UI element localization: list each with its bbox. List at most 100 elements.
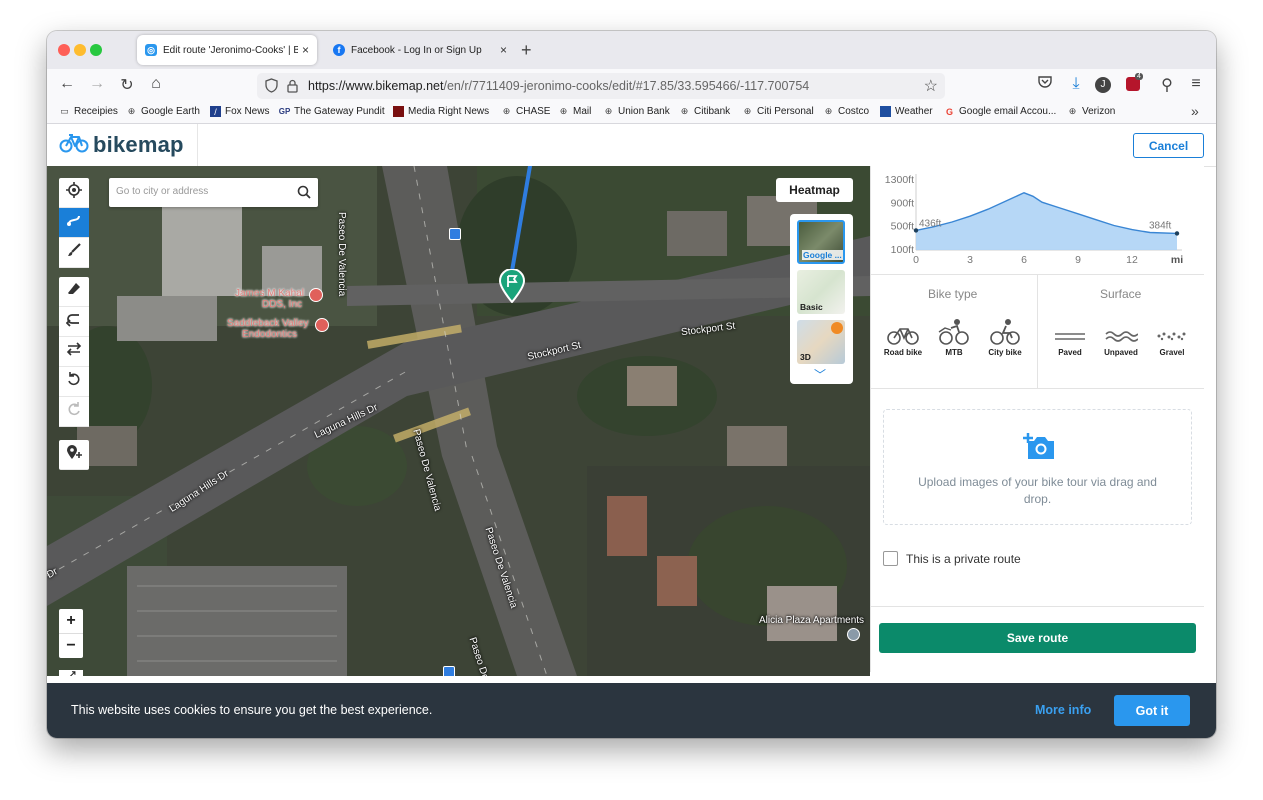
bookmark-chase[interactable]: ⊕ CHASE: [501, 106, 551, 117]
back-icon[interactable]: ←: [57, 75, 77, 93]
bookmark-costco[interactable]: ⊕ Costco: [823, 106, 869, 117]
tab-facebook[interactable]: f Facebook - Log In or Sign Up ×: [325, 35, 515, 65]
bookmark-receipies[interactable]: ▭ Receipies: [59, 106, 118, 117]
close-tab-icon[interactable]: ×: [500, 43, 507, 57]
elevation-profile-chart[interactable]: 1300ft 900ft 500ft 100ft0 3 6 9 12 mi 436ft 384ft: [871, 166, 1204, 271]
locate-me-button[interactable]: [59, 178, 89, 208]
bookmark-label: Costco: [838, 106, 870, 117]
map-poi-pin-icon[interactable]: [315, 318, 329, 332]
unpaved-option[interactable]: Unpaved: [1097, 328, 1145, 357]
layer-google-satellite[interactable]: Google ...: [797, 220, 845, 264]
panel-divider: [1037, 274, 1038, 388]
bookmark-citi-personal[interactable]: ⊕ Citi Personal: [742, 106, 814, 117]
map-poi-label: James M Kahal: [235, 288, 304, 299]
satellite-map[interactable]: Paseo De Valencia James M Kahal DDS, Inc…: [47, 166, 870, 676]
more-info-link[interactable]: More info: [1035, 703, 1091, 717]
bookmark-google-email[interactable]: G Google email Accou...: [944, 106, 1056, 117]
location-search-input[interactable]: Go to city or address: [109, 178, 318, 207]
bikemap-logo[interactable]: bikemap: [59, 132, 184, 158]
close-window-button[interactable]: [58, 44, 70, 56]
downloads-icon[interactable]: ⤓: [1066, 75, 1086, 93]
pocket-icon[interactable]: [1035, 75, 1055, 94]
image-upload-dropzone[interactable]: Upload images of your bike tour via drag…: [883, 409, 1192, 525]
tab-title: Facebook - Log In or Sign Up: [351, 44, 482, 56]
heatmap-toggle-button[interactable]: Heatmap: [776, 178, 853, 202]
new-tab-button[interactable]: +: [521, 40, 532, 61]
mountain-bike-icon: [937, 319, 971, 348]
zoom-out-button[interactable]: −: [59, 634, 83, 658]
city-bike-option[interactable]: City bike: [981, 318, 1029, 357]
map-poi-label: DDS, Inc: [262, 299, 303, 310]
extension-badge: 4: [1135, 73, 1143, 80]
gravel-option[interactable]: Gravel: [1148, 328, 1196, 357]
reverse-route-button[interactable]: [59, 337, 89, 367]
private-route-checkbox[interactable]: This is a private route: [883, 551, 1021, 566]
return-route-button[interactable]: [59, 307, 89, 337]
forward-icon[interactable]: →: [87, 75, 107, 93]
route-flag-marker-icon[interactable]: [499, 269, 525, 303]
mtb-option[interactable]: MTB: [930, 318, 978, 357]
bookmark-gateway-pundit[interactable]: GP The Gateway Pundit: [279, 106, 385, 117]
profile-avatar[interactable]: J: [1095, 77, 1111, 93]
bookmark-google-earth[interactable]: ⊕ Google Earth: [126, 106, 200, 117]
chevron-down-icon[interactable]: ﹀: [814, 366, 826, 383]
cancel-button[interactable]: Cancel: [1133, 133, 1204, 158]
checkbox-box[interactable]: [883, 551, 898, 566]
globe-icon: ⊕: [604, 106, 613, 116]
got-it-button[interactable]: Got it: [1114, 695, 1190, 726]
start-point: [913, 228, 919, 233]
route-magic-button[interactable]: [59, 208, 89, 238]
tab-bikemap[interactable]: ◎ Edit route 'Jeronimo-Cooks' | Bi ×: [137, 35, 317, 65]
draw-freehand-button[interactable]: [59, 238, 89, 268]
redo-button[interactable]: [59, 397, 89, 427]
layer-3d[interactable]: 3D: [797, 320, 845, 364]
bookmark-star-icon[interactable]: ☆: [924, 76, 938, 96]
url-text[interactable]: https://www.bikemap.net/en/r/7711409-jer…: [308, 79, 809, 93]
bus-stop-icon[interactable]: [443, 666, 455, 676]
lock-icon[interactable]: [287, 79, 298, 98]
auto-route-icon: [66, 212, 82, 233]
map-poi-pin-icon[interactable]: [847, 628, 860, 641]
paved-option[interactable]: Paved: [1046, 328, 1094, 357]
y-tick-label: 1300ft: [885, 174, 914, 186]
save-route-button[interactable]: Save route: [879, 623, 1196, 653]
bookmark-fox-news[interactable]: / Fox News: [210, 106, 269, 117]
media-right-news-icon: [393, 106, 404, 117]
zoom-in-button[interactable]: +: [59, 609, 83, 634]
facebook-favicon-icon: f: [333, 44, 345, 56]
bookmark-weather[interactable]: Weather: [880, 106, 933, 117]
fullscreen-button[interactable]: ⤢: [59, 670, 83, 676]
site-header: bikemap Cancel: [47, 124, 1216, 167]
eraser-button[interactable]: [59, 277, 89, 307]
road-bike-option[interactable]: Road bike: [879, 324, 927, 357]
shield-icon[interactable]: [265, 78, 278, 98]
bookmark-union-bank[interactable]: ⊕ Union Bank: [603, 106, 670, 117]
bookmark-label: Fox News: [225, 106, 270, 117]
bookmark-label: Google Earth: [141, 106, 200, 117]
bookmarks-overflow-icon[interactable]: »: [1191, 103, 1199, 119]
add-poi-button[interactable]: [59, 440, 89, 470]
undo-button[interactable]: [59, 367, 89, 397]
expand-icon: ⤢: [66, 669, 76, 677]
close-tab-icon[interactable]: ×: [302, 43, 309, 57]
globe-icon: ⊕: [680, 106, 689, 116]
map-poi-pin-icon[interactable]: [309, 288, 323, 302]
maximize-window-button[interactable]: [90, 44, 102, 56]
reload-icon[interactable]: ↻: [117, 75, 137, 95]
address-bar[interactable]: https://www.bikemap.net/en/r/7711409-jer…: [257, 73, 945, 99]
minimize-window-button[interactable]: [74, 44, 86, 56]
city-bike-icon: [988, 319, 1022, 348]
bookmark-citibank[interactable]: ⊕ Citibank: [679, 106, 730, 117]
bookmark-mail[interactable]: ⊕ Mail: [558, 106, 592, 117]
bookmark-media-right-news[interactable]: Media Right News: [393, 106, 489, 117]
surface-title: Surface: [1100, 287, 1142, 301]
bike-type-title: Bike type: [928, 287, 978, 301]
menu-icon[interactable]: ≡: [1186, 75, 1206, 93]
home-icon[interactable]: ⌂: [146, 75, 166, 93]
layer-basic[interactable]: Basic: [797, 270, 845, 314]
search-icon[interactable]: [297, 185, 311, 204]
bus-stop-icon[interactable]: [449, 228, 461, 240]
gravel-label: Gravel: [1159, 348, 1185, 357]
bookmark-verizon[interactable]: ⊕ Verizon: [1067, 106, 1116, 117]
extension-search-icon[interactable]: ⚲: [1157, 75, 1177, 95]
